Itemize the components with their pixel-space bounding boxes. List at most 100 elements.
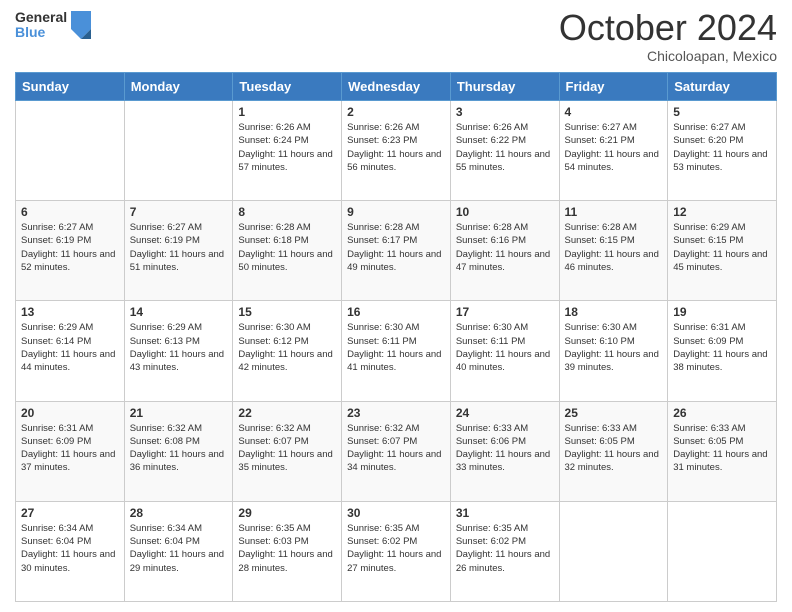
calendar-cell	[668, 501, 777, 601]
calendar-cell: 1 Sunrise: 6:26 AM Sunset: 6:24 PM Daylig…	[233, 101, 342, 201]
day-number: 8	[238, 205, 336, 219]
calendar-cell: 7 Sunrise: 6:27 AM Sunset: 6:19 PM Daylig…	[124, 201, 233, 301]
day-info: Sunrise: 6:33 AM Sunset: 6:05 PM Dayligh…	[565, 422, 663, 475]
day-number: 7	[130, 205, 228, 219]
calendar-cell: 22 Sunrise: 6:32 AM Sunset: 6:07 PM Dayli…	[233, 401, 342, 501]
day-info: Sunrise: 6:26 AM Sunset: 6:24 PM Dayligh…	[238, 121, 336, 174]
calendar-cell: 30Sunrise: 6:35 AM Sunset: 6:02 PM Dayli…	[342, 501, 451, 601]
day-info: Sunrise: 6:27 AM Sunset: 6:20 PM Dayligh…	[673, 121, 771, 174]
calendar-cell	[124, 101, 233, 201]
day-info: Sunrise: 6:29 AM Sunset: 6:15 PM Dayligh…	[673, 221, 771, 274]
day-number: 29	[238, 506, 336, 520]
day-number: 23	[347, 406, 445, 420]
calendar-week-row: 20 Sunrise: 6:31 AM Sunset: 6:09 PM Dayli…	[16, 401, 777, 501]
calendar-week-row: 1 Sunrise: 6:26 AM Sunset: 6:24 PM Daylig…	[16, 101, 777, 201]
day-number: 22	[238, 406, 336, 420]
logo: General Blue	[15, 10, 91, 41]
day-info: Sunrise: 6:35 AM Sunset: 6:03 PM Dayligh…	[238, 522, 336, 575]
logo-blue-text: Blue	[15, 25, 67, 40]
calendar-cell	[559, 501, 668, 601]
calendar-header-row: SundayMondayTuesdayWednesdayThursdayFrid…	[16, 73, 777, 101]
day-number: 28	[130, 506, 228, 520]
calendar-cell: 14Sunrise: 6:29 AM Sunset: 6:13 PM Dayli…	[124, 301, 233, 401]
day-info: Sunrise: 6:30 AM Sunset: 6:12 PM Dayligh…	[238, 321, 336, 374]
day-number: 11	[565, 205, 663, 219]
day-header-thursday: Thursday	[450, 73, 559, 101]
header: General Blue October 2024 Chicoloapan, M…	[15, 10, 777, 64]
calendar-cell: 2 Sunrise: 6:26 AM Sunset: 6:23 PM Daylig…	[342, 101, 451, 201]
calendar-cell: 25 Sunrise: 6:33 AM Sunset: 6:05 PM Dayli…	[559, 401, 668, 501]
day-info: Sunrise: 6:28 AM Sunset: 6:18 PM Dayligh…	[238, 221, 336, 274]
calendar-week-row: 6 Sunrise: 6:27 AM Sunset: 6:19 PM Daylig…	[16, 201, 777, 301]
day-number: 20	[21, 406, 119, 420]
calendar-cell: 17Sunrise: 6:30 AM Sunset: 6:11 PM Dayli…	[450, 301, 559, 401]
day-info: Sunrise: 6:29 AM Sunset: 6:14 PM Dayligh…	[21, 321, 119, 374]
calendar-cell: 20 Sunrise: 6:31 AM Sunset: 6:09 PM Dayli…	[16, 401, 125, 501]
calendar-cell: 8 Sunrise: 6:28 AM Sunset: 6:18 PM Daylig…	[233, 201, 342, 301]
day-info: Sunrise: 6:34 AM Sunset: 6:04 PM Dayligh…	[130, 522, 228, 575]
day-number: 16	[347, 305, 445, 319]
calendar-cell: 5 Sunrise: 6:27 AM Sunset: 6:20 PM Daylig…	[668, 101, 777, 201]
day-number: 26	[673, 406, 771, 420]
calendar-cell: 15 Sunrise: 6:30 AM Sunset: 6:12 PM Dayli…	[233, 301, 342, 401]
day-number: 9	[347, 205, 445, 219]
day-info: Sunrise: 6:27 AM Sunset: 6:19 PM Dayligh…	[130, 221, 228, 274]
day-number: 25	[565, 406, 663, 420]
calendar-cell: 3 Sunrise: 6:26 AM Sunset: 6:22 PM Daylig…	[450, 101, 559, 201]
calendar-cell: 23 Sunrise: 6:32 AM Sunset: 6:07 PM Dayli…	[342, 401, 451, 501]
day-number: 15	[238, 305, 336, 319]
day-number: 21	[130, 406, 228, 420]
calendar-cell: 6 Sunrise: 6:27 AM Sunset: 6:19 PM Daylig…	[16, 201, 125, 301]
day-number: 14	[130, 305, 228, 319]
calendar-cell: 11 Sunrise: 6:28 AM Sunset: 6:15 PM Dayli…	[559, 201, 668, 301]
day-number: 6	[21, 205, 119, 219]
day-number: 27	[21, 506, 119, 520]
day-info: Sunrise: 6:32 AM Sunset: 6:07 PM Dayligh…	[238, 422, 336, 475]
day-info: Sunrise: 6:33 AM Sunset: 6:06 PM Dayligh…	[456, 422, 554, 475]
day-info: Sunrise: 6:35 AM Sunset: 6:02 PM Dayligh…	[456, 522, 554, 575]
day-number: 18	[565, 305, 663, 319]
calendar-cell	[16, 101, 125, 201]
logo-text: General Blue	[15, 10, 67, 41]
logo-icon	[71, 11, 91, 39]
day-number: 1	[238, 105, 336, 119]
day-info: Sunrise: 6:31 AM Sunset: 6:09 PM Dayligh…	[673, 321, 771, 374]
day-info: Sunrise: 6:32 AM Sunset: 6:08 PM Dayligh…	[130, 422, 228, 475]
day-header-tuesday: Tuesday	[233, 73, 342, 101]
day-info: Sunrise: 6:28 AM Sunset: 6:15 PM Dayligh…	[565, 221, 663, 274]
day-number: 12	[673, 205, 771, 219]
day-header-sunday: Sunday	[16, 73, 125, 101]
day-number: 5	[673, 105, 771, 119]
calendar-cell: 4Sunrise: 6:27 AM Sunset: 6:21 PM Daylig…	[559, 101, 668, 201]
calendar-cell: 27 Sunrise: 6:34 AM Sunset: 6:04 PM Dayli…	[16, 501, 125, 601]
day-info: Sunrise: 6:32 AM Sunset: 6:07 PM Dayligh…	[347, 422, 445, 475]
day-number: 3	[456, 105, 554, 119]
day-number: 31	[456, 506, 554, 520]
day-number: 2	[347, 105, 445, 119]
location: Chicoloapan, Mexico	[559, 48, 777, 64]
title-block: October 2024 Chicoloapan, Mexico	[559, 10, 777, 64]
calendar-table: SundayMondayTuesdayWednesdayThursdayFrid…	[15, 72, 777, 602]
calendar-cell: 18Sunrise: 6:30 AM Sunset: 6:10 PM Dayli…	[559, 301, 668, 401]
day-info: Sunrise: 6:30 AM Sunset: 6:11 PM Dayligh…	[347, 321, 445, 374]
day-info: Sunrise: 6:31 AM Sunset: 6:09 PM Dayligh…	[21, 422, 119, 475]
day-number: 4	[565, 105, 663, 119]
calendar-cell: 16 Sunrise: 6:30 AM Sunset: 6:11 PM Dayli…	[342, 301, 451, 401]
day-number: 17	[456, 305, 554, 319]
day-info: Sunrise: 6:26 AM Sunset: 6:23 PM Dayligh…	[347, 121, 445, 174]
calendar-cell: 19 Sunrise: 6:31 AM Sunset: 6:09 PM Dayli…	[668, 301, 777, 401]
day-info: Sunrise: 6:34 AM Sunset: 6:04 PM Dayligh…	[21, 522, 119, 575]
calendar-week-row: 13 Sunrise: 6:29 AM Sunset: 6:14 PM Dayli…	[16, 301, 777, 401]
day-number: 24	[456, 406, 554, 420]
day-header-wednesday: Wednesday	[342, 73, 451, 101]
calendar-cell: 28 Sunrise: 6:34 AM Sunset: 6:04 PM Dayli…	[124, 501, 233, 601]
month-title: October 2024	[559, 10, 777, 46]
day-number: 19	[673, 305, 771, 319]
day-number: 13	[21, 305, 119, 319]
day-info: Sunrise: 6:27 AM Sunset: 6:19 PM Dayligh…	[21, 221, 119, 274]
day-info: Sunrise: 6:26 AM Sunset: 6:22 PM Dayligh…	[456, 121, 554, 174]
day-header-saturday: Saturday	[668, 73, 777, 101]
day-number: 10	[456, 205, 554, 219]
day-header-friday: Friday	[559, 73, 668, 101]
calendar-cell: 12 Sunrise: 6:29 AM Sunset: 6:15 PM Dayli…	[668, 201, 777, 301]
